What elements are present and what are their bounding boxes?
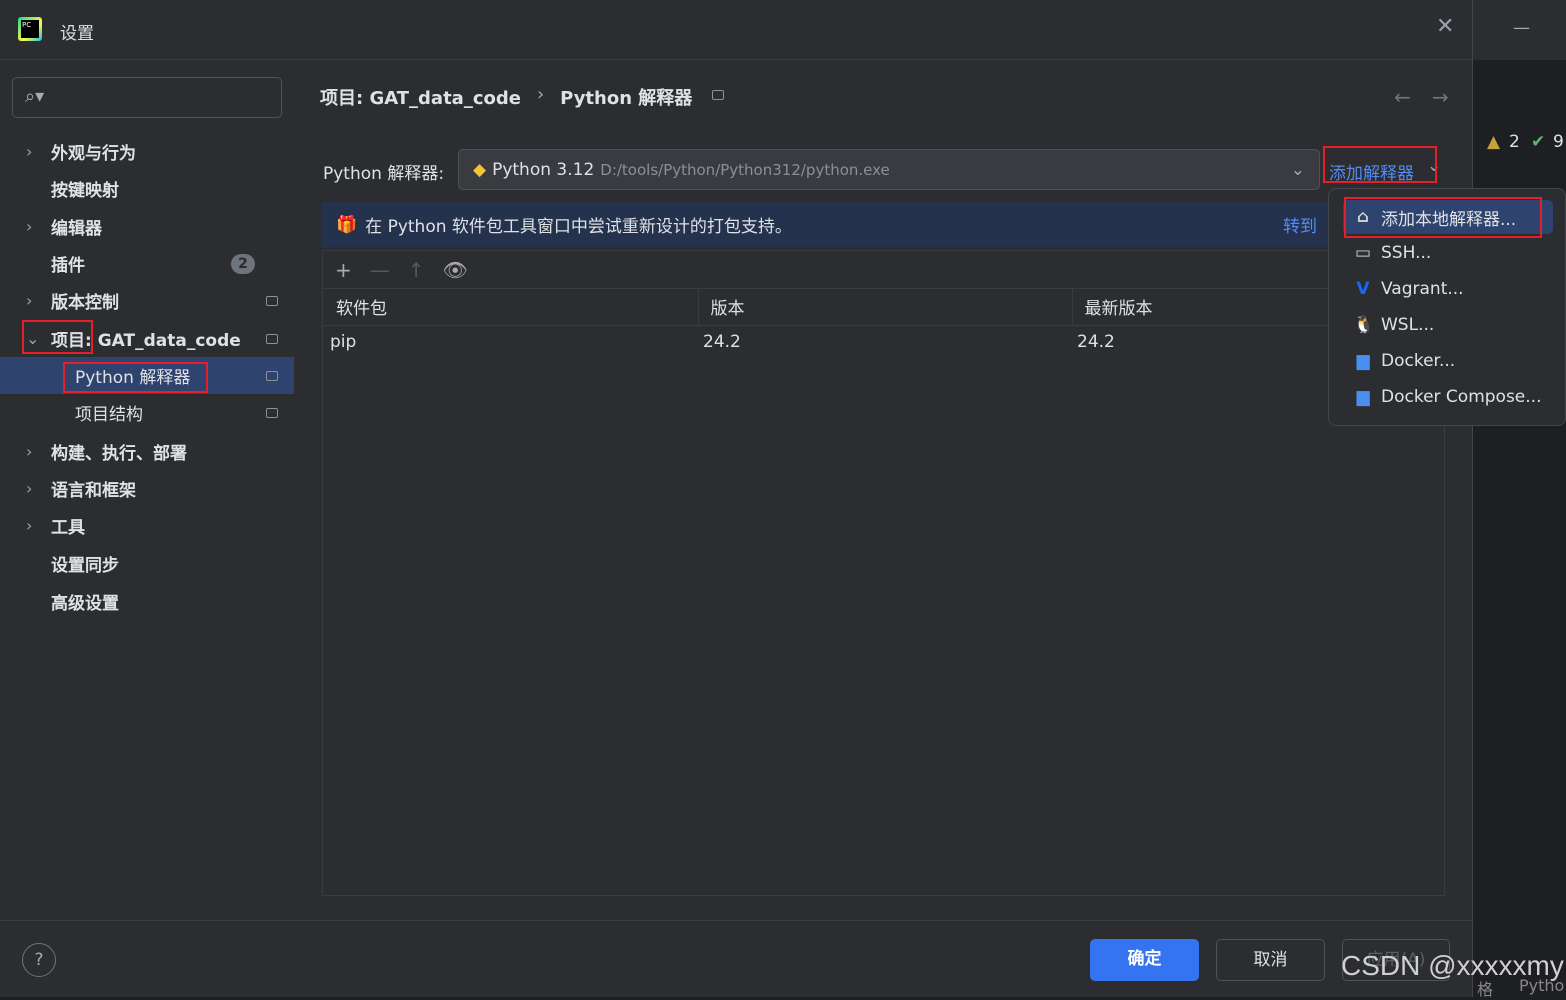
linux-icon: 🐧 [1353, 315, 1375, 335]
chevron-right-icon: › [26, 516, 33, 535]
sidebar-item[interactable]: › 工具 [0, 507, 294, 544]
menu-item[interactable]: ▆ Docker Compose... [1343, 380, 1553, 414]
sidebar-item-label: 设置同步 [51, 556, 119, 576]
chevron-right-icon: › [26, 442, 33, 461]
minimize-icon[interactable]: — [1513, 18, 1530, 38]
ok-button[interactable]: 确定 [1090, 939, 1199, 981]
sidebar-item[interactable]: › 语言和框架 [0, 470, 294, 507]
pycharm-logo-icon: PC [18, 17, 42, 41]
sidebar-item[interactable]: 项目结构 [0, 394, 294, 431]
pin-icon [266, 333, 278, 344]
column-header-version[interactable]: 版本 [698, 289, 1073, 325]
search-icon: ⌕▾ [25, 86, 45, 107]
menu-item[interactable]: ▭ SSH... [1343, 236, 1553, 270]
gift-icon: 🎁 [336, 214, 358, 235]
menu-item[interactable]: V Vagrant... [1343, 272, 1553, 306]
check-icon: ✔ [1531, 132, 1546, 152]
sidebar-item-label: 高级设置 [51, 594, 119, 614]
python-icon: ◆ [473, 159, 487, 180]
watermark: CSDN @xxxxxmy [1341, 950, 1564, 981]
highlight-box [22, 320, 93, 354]
docker-icon: ▆ [1356, 351, 1370, 371]
cell-version: 24.2 [703, 332, 741, 353]
menu-item-label: SSH... [1381, 243, 1432, 263]
sidebar-item[interactable]: › 外观与行为 [0, 133, 294, 170]
terminal-icon: ▭ [1354, 243, 1372, 263]
breadcrumb-project[interactable]: 项目: GAT_data_code [320, 84, 521, 110]
sidebar-item[interactable]: 插件 2 [0, 245, 294, 282]
cancel-button[interactable]: 取消 [1216, 939, 1325, 981]
menu-item[interactable]: 🐧 WSL... [1343, 308, 1553, 342]
sidebar-item-label: 版本控制 [51, 293, 119, 313]
chevron-right-icon: › [26, 142, 33, 161]
upgrade-package-button[interactable]: ↑ [408, 258, 425, 282]
menu-item[interactable]: ▆ Docker... [1343, 344, 1553, 378]
title-bar: PC 设置 ✕ [0, 0, 1473, 60]
breadcrumb-page: Python 解释器 [560, 88, 693, 109]
settings-dialog: PC 设置 ✕ ⌕▾ › 外观与行为按键映射 › 编辑器插件 2 › 版本控制 ⌄ 项目: GA… [0, 0, 1473, 997]
vagrant-icon: V [1356, 279, 1370, 299]
interpreter-path: D:/tools/Python/Python312/python.exe [600, 160, 890, 179]
sidebar-item[interactable]: 设置同步 [0, 545, 294, 582]
menu-item-label: Docker Compose... [1381, 387, 1542, 407]
highlight-box [1344, 197, 1542, 238]
help-button[interactable]: ? [22, 943, 56, 977]
sidebar-item[interactable]: › 构建、执行、部署 [0, 433, 294, 470]
packages-panel: + — ↑ 👁 软件包 版本 最新版本 pip 24.2 24.2 [322, 250, 1445, 896]
search-input[interactable]: ⌕▾ [12, 77, 282, 118]
window-title: 设置 [60, 24, 94, 44]
banner-text: 在 Python 软件包工具窗口中尝试重新设计的打包支持。 [365, 217, 792, 237]
chevron-right-icon: › [26, 479, 33, 498]
menu-item-label: WSL... [1381, 315, 1435, 335]
chevron-right-icon: › [26, 291, 33, 310]
pin-icon [266, 295, 278, 306]
add-package-button[interactable]: + [335, 258, 352, 282]
pin-icon [712, 90, 725, 100]
chevron-right-icon: › [26, 217, 33, 236]
pin-icon [266, 370, 278, 381]
sidebar-item[interactable]: › 版本控制 [0, 282, 294, 319]
docker-compose-icon: ▆ [1356, 387, 1370, 407]
interpreter-select[interactable]: ◆ Python 3.12 D:/tools/Python/Python312/… [458, 149, 1320, 190]
sidebar-item-label: 语言和框架 [51, 481, 136, 501]
column-header-package[interactable]: 软件包 [323, 289, 699, 325]
back-arrow-icon[interactable]: ← [1394, 85, 1411, 109]
warning-icon: ▲ [1487, 132, 1501, 152]
highlight-box [63, 362, 208, 393]
sidebar-item-label: 按键映射 [51, 181, 119, 201]
sidebar-item-label: 构建、执行、部署 [51, 444, 187, 464]
chevron-down-icon: ⌄ [1290, 159, 1305, 180]
sidebar-item-label: 工具 [51, 518, 85, 538]
banner-link[interactable]: 转到 [1283, 212, 1317, 237]
check-count: 9 [1553, 132, 1564, 152]
eye-icon[interactable]: 👁 [443, 258, 468, 282]
breadcrumb-separator: › [536, 84, 545, 105]
sidebar-item[interactable]: › 编辑器 [0, 208, 294, 245]
breadcrumb: 项目: GAT_data_code › Python 解释器 [320, 84, 725, 110]
close-icon[interactable]: ✕ [1436, 14, 1454, 39]
sidebar-item-label: 外观与行为 [51, 144, 136, 164]
sidebar-item-label: 插件 [51, 256, 85, 276]
forward-arrow-icon[interactable]: → [1432, 85, 1449, 109]
sidebar-item-label: 编辑器 [51, 219, 102, 239]
warning-count: 2 [1509, 132, 1520, 152]
sidebar-item-label: 项目结构 [75, 405, 143, 425]
menu-item-label: Vagrant... [1381, 279, 1464, 299]
background-editor: ▲ 2 ✔ 9 格 Pytho — [1473, 0, 1566, 999]
highlight-box [1323, 146, 1437, 183]
info-banner: 🎁 在 Python 软件包工具窗口中尝试重新设计的打包支持。 转到 [322, 202, 1444, 247]
menu-item-label: Docker... [1381, 351, 1456, 371]
interpreter-name: Python 3.12 [492, 159, 595, 180]
remove-package-button[interactable]: — [370, 258, 390, 282]
badge: 2 [231, 253, 255, 274]
sidebar-item[interactable]: 按键映射 [0, 170, 294, 207]
cell-package: pip [330, 332, 357, 353]
pin-icon [266, 407, 278, 418]
footer-divider [0, 920, 1473, 921]
table-row[interactable]: pip 24.2 24.2 [323, 325, 1444, 359]
packages-table: 软件包 版本 最新版本 pip 24.2 24.2 [323, 289, 1444, 359]
sidebar-item[interactable]: 高级设置 [0, 583, 294, 620]
interpreter-label: Python 解释器: [323, 164, 445, 184]
